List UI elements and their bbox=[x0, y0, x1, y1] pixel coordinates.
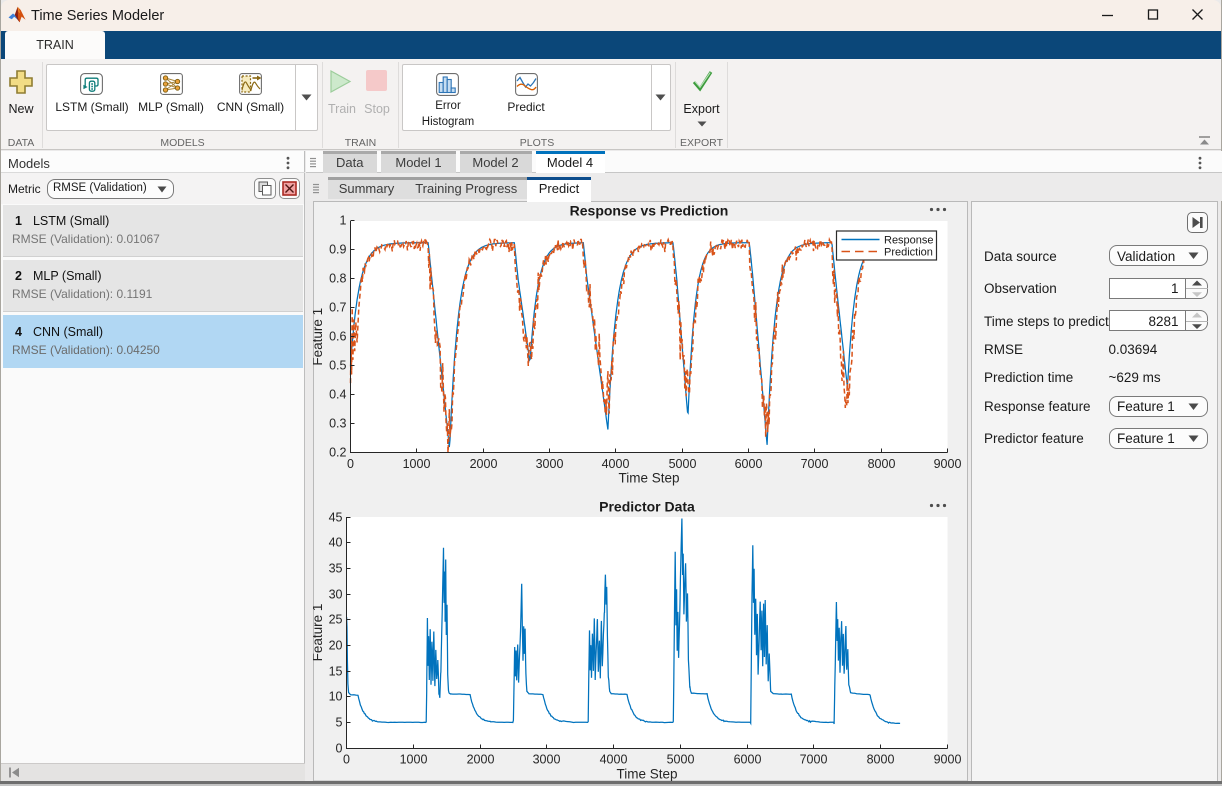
svg-text:7000: 7000 bbox=[800, 753, 828, 767]
svg-text:Response: Response bbox=[884, 235, 934, 247]
svg-text:5000: 5000 bbox=[667, 753, 695, 767]
svg-text:3000: 3000 bbox=[536, 457, 564, 471]
svg-text:0.9: 0.9 bbox=[329, 243, 346, 257]
svg-text:1: 1 bbox=[340, 214, 347, 228]
svg-text:3000: 3000 bbox=[533, 753, 561, 767]
svg-text:40: 40 bbox=[329, 536, 343, 550]
svg-text:15: 15 bbox=[329, 665, 343, 679]
svg-text:0: 0 bbox=[336, 742, 343, 756]
svg-text:9000: 9000 bbox=[934, 457, 962, 471]
svg-text:0.3: 0.3 bbox=[329, 417, 346, 431]
svg-text:Response vs Prediction: Response vs Prediction bbox=[570, 203, 729, 219]
svg-text:Predictor Data: Predictor Data bbox=[599, 499, 695, 515]
svg-text:6000: 6000 bbox=[734, 753, 762, 767]
svg-text:0.5: 0.5 bbox=[329, 359, 346, 373]
svg-text:6000: 6000 bbox=[735, 457, 763, 471]
svg-text:Feature 1: Feature 1 bbox=[313, 604, 325, 662]
svg-text:8000: 8000 bbox=[867, 753, 895, 767]
svg-text:5: 5 bbox=[336, 716, 343, 730]
svg-text:4000: 4000 bbox=[602, 457, 630, 471]
svg-text:0.8: 0.8 bbox=[329, 272, 346, 286]
svg-text:30: 30 bbox=[329, 588, 343, 602]
svg-text:4000: 4000 bbox=[600, 753, 628, 767]
svg-text:1000: 1000 bbox=[400, 753, 428, 767]
svg-text:0.6: 0.6 bbox=[329, 330, 346, 344]
svg-text:1000: 1000 bbox=[403, 457, 431, 471]
svg-text:5000: 5000 bbox=[669, 457, 697, 471]
svg-text:9000: 9000 bbox=[934, 753, 962, 767]
svg-text:0: 0 bbox=[347, 457, 354, 471]
svg-text:2000: 2000 bbox=[467, 753, 495, 767]
svg-text:0.7: 0.7 bbox=[329, 301, 346, 315]
svg-text:Time Step: Time Step bbox=[618, 471, 679, 486]
svg-text:0: 0 bbox=[343, 753, 350, 767]
svg-text:Prediction: Prediction bbox=[884, 247, 933, 259]
svg-text:45: 45 bbox=[329, 511, 343, 525]
svg-text:10: 10 bbox=[329, 690, 343, 704]
svg-text:35: 35 bbox=[329, 562, 343, 576]
svg-text:20: 20 bbox=[329, 639, 343, 653]
svg-text:0.4: 0.4 bbox=[329, 388, 346, 402]
svg-text:Time Step: Time Step bbox=[616, 767, 677, 782]
svg-text:0.2: 0.2 bbox=[329, 446, 346, 460]
svg-text:Feature 1: Feature 1 bbox=[313, 308, 325, 366]
svg-text:7000: 7000 bbox=[801, 457, 829, 471]
svg-text:25: 25 bbox=[329, 613, 343, 627]
svg-text:2000: 2000 bbox=[470, 457, 498, 471]
svg-text:8000: 8000 bbox=[868, 457, 896, 471]
